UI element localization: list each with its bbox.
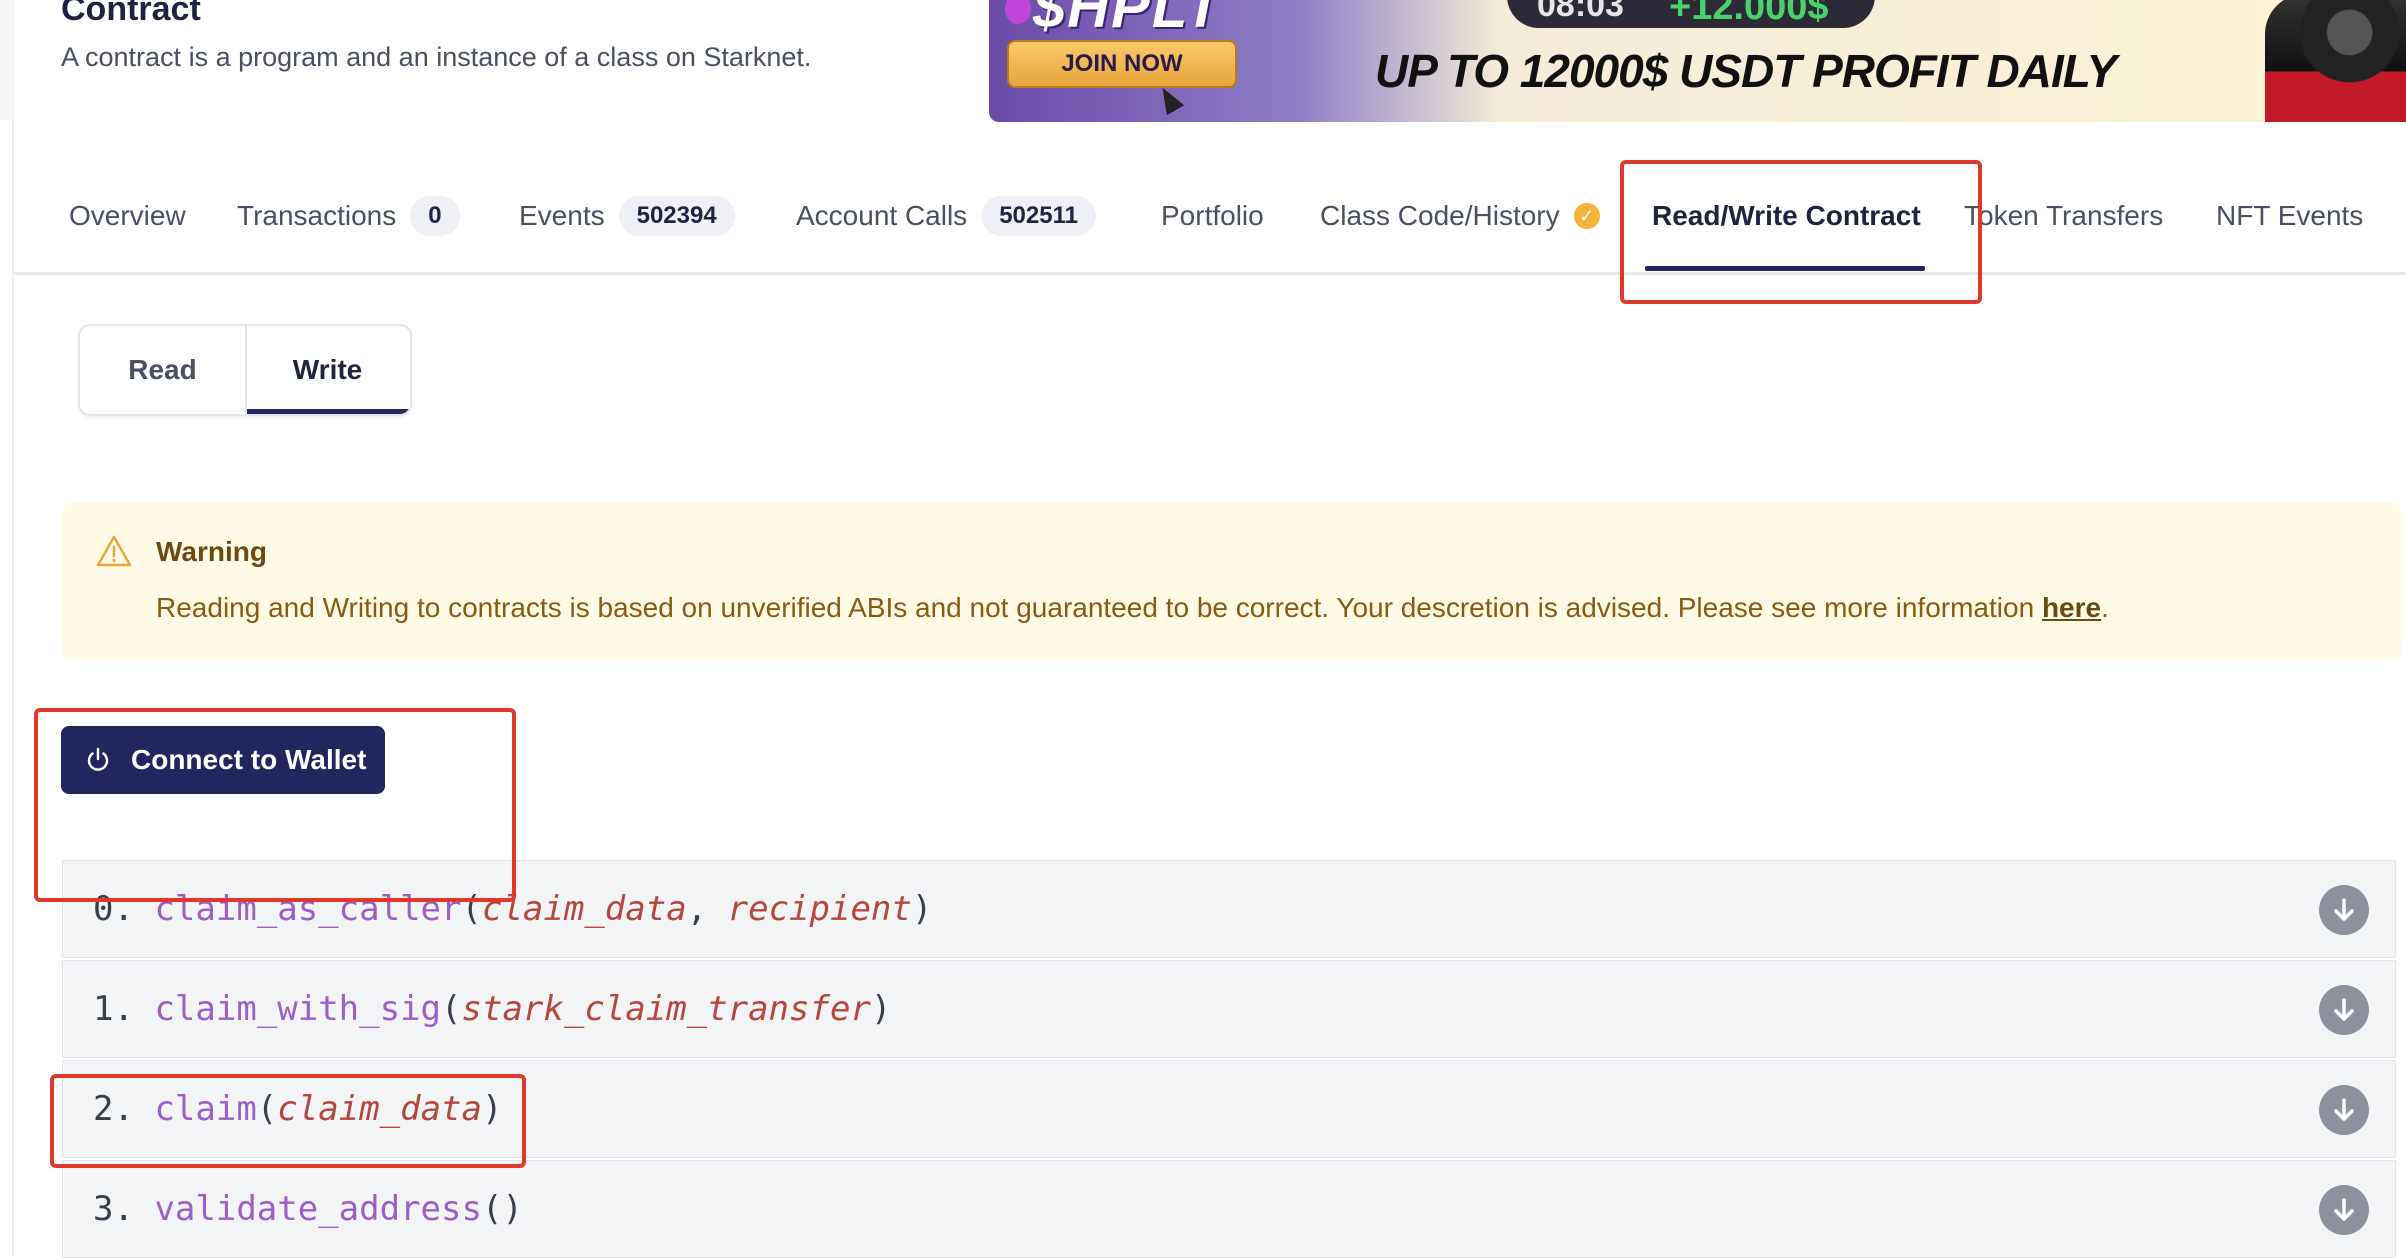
function-index: 1. — [93, 989, 134, 1029]
tab-label: Account Calls — [796, 200, 968, 231]
ad-banner[interactable]: $HPLT JOIN NOW 08:03 +12.000$ UP TO 1200… — [989, 0, 2406, 122]
highlight-box-tab — [1620, 160, 1982, 304]
tab-nft-events[interactable]: NFT Events — [2216, 196, 2363, 236]
count-badge: 502511 — [981, 196, 1096, 236]
tab-overview[interactable]: Overview — [69, 196, 186, 236]
highlight-box-connect — [34, 708, 516, 902]
active-mode-indicator — [247, 409, 410, 414]
paren-close: ) — [911, 889, 933, 929]
tab-account-calls[interactable]: Account Calls 502511 — [796, 196, 1096, 236]
expand-arrow-icon[interactable] — [2319, 885, 2369, 935]
count-badge: 0 — [410, 196, 460, 236]
tab-label: Class Code/History — [1320, 200, 1560, 231]
count-badge: 502394 — [618, 196, 735, 236]
tab-label: Overview — [69, 200, 186, 231]
read-mode-button[interactable]: Read — [80, 326, 247, 414]
tab-token-transfers[interactable]: Token Transfers — [1964, 196, 2163, 236]
function-name: validate_address — [154, 1189, 482, 1229]
tab-label: Token Transfers — [1964, 200, 2164, 231]
tab-label: Portfolio — [1161, 200, 1264, 231]
gem-icon — [1005, 0, 1031, 24]
tab-portfolio[interactable]: Portfolio — [1161, 196, 1264, 236]
function-index: 3. — [93, 1189, 134, 1229]
warning-triangle-icon — [96, 535, 132, 567]
paren-close: ) — [870, 989, 892, 1029]
content-border — [12, 120, 14, 1256]
banner-ticker-gain: +12.000$ — [1669, 0, 1829, 28]
banner-headline: UP TO 12000$ USDT PROFIT DAILY — [1375, 45, 2117, 97]
banner-ticker-time: 08:03 — [1537, 0, 1624, 24]
warning-title: Warning — [156, 536, 267, 567]
param-separator: , — [686, 889, 728, 929]
tab-label: NFT Events — [2216, 200, 2364, 231]
join-now-button[interactable]: JOIN NOW — [1007, 40, 1237, 88]
warning-banner: Warning Reading and Writing to contracts… — [62, 502, 2402, 660]
tab-events[interactable]: Events 502394 — [519, 196, 735, 236]
paren-open: ( — [441, 989, 462, 1029]
highlight-box-claim — [50, 1074, 526, 1168]
tab-label: Transactions — [237, 200, 397, 231]
function-name: claim_with_sig — [154, 989, 442, 1029]
expand-arrow-icon[interactable] — [2319, 1185, 2369, 1235]
read-write-toggle: Read Write — [78, 324, 412, 416]
more-info-link[interactable]: here — [2042, 592, 2101, 623]
tab-class-code-history[interactable]: Class Code/History ✓ — [1320, 196, 1600, 236]
expand-arrow-icon[interactable] — [2319, 1085, 2369, 1135]
function-row[interactable]: 1. claim_with_sig(stark_claim_transfer) — [62, 960, 2396, 1058]
function-row[interactable]: 3. validate_address() — [62, 1160, 2396, 1258]
function-list: 0. claim_as_caller(claim_data, recipient… — [62, 860, 2396, 1260]
function-signature: 1. claim_with_sig(stark_claim_transfer) — [93, 989, 891, 1029]
page-subtitle: A contract is a program and an instance … — [61, 42, 812, 72]
function-param: stark_claim_transfer — [461, 989, 871, 1029]
banner-brand: $HPLT — [1033, 0, 1223, 40]
warning-end: . — [2101, 592, 2109, 623]
expand-arrow-icon[interactable] — [2319, 985, 2369, 1035]
empty-parens: () — [481, 1189, 523, 1229]
tab-label: Events — [519, 200, 605, 231]
warning-body: Reading and Writing to contracts is base… — [156, 592, 2042, 623]
tab-transactions[interactable]: Transactions 0 — [237, 196, 460, 236]
function-param: recipient — [727, 889, 912, 929]
page-title: Contract — [61, 0, 201, 28]
banner-person-image — [2265, 0, 2406, 122]
verified-check-icon: ✓ — [1573, 203, 1600, 229]
warning-message: Reading and Writing to contracts is base… — [156, 592, 2109, 624]
sidebar-edge — [0, 0, 14, 120]
function-signature: 3. validate_address() — [93, 1189, 523, 1229]
write-mode-button[interactable]: Write — [245, 326, 410, 414]
